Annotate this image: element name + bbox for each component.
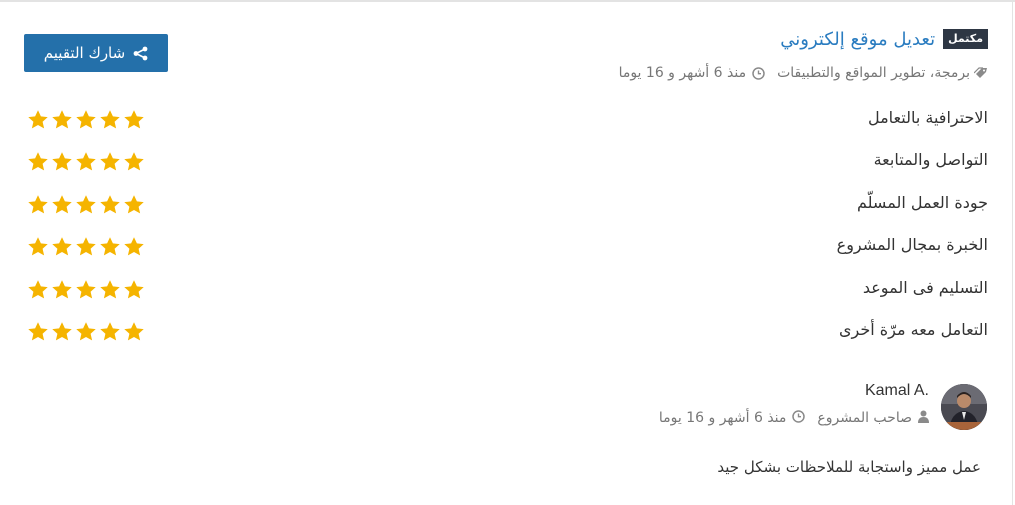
star-icon bbox=[123, 109, 145, 131]
star-rating bbox=[27, 321, 145, 343]
star-icon bbox=[51, 279, 73, 301]
review-comment: عمل مميز واستجابة للملاحظات بشكل جيد bbox=[717, 458, 981, 476]
rating-label: الاحترافية بالتعامل bbox=[867, 108, 988, 127]
reviewer-name[interactable]: Kamal A. bbox=[865, 382, 929, 400]
reviewer-role: صاحب المشروع bbox=[817, 410, 912, 426]
rating-label: التواصل والمتابعة bbox=[873, 150, 988, 169]
star-icon bbox=[27, 279, 49, 301]
share-button-label: شارك التقييم bbox=[43, 44, 126, 62]
rating-label: الخبرة بمجال المشروع bbox=[836, 235, 988, 254]
rating-label: جودة العمل المسلّم bbox=[856, 193, 988, 212]
star-icon bbox=[27, 151, 49, 173]
star-icon bbox=[27, 194, 49, 216]
rating-row: التعامل معه مرّة أخرى bbox=[27, 318, 988, 346]
clock-icon bbox=[792, 409, 806, 427]
project-time-ago: منذ 6 أشهر و 16 يوما bbox=[618, 65, 747, 81]
star-icon bbox=[123, 151, 145, 173]
avatar[interactable] bbox=[941, 384, 987, 430]
status-badge: مكتمل bbox=[943, 29, 988, 49]
clock-icon bbox=[752, 66, 765, 80]
star-icon bbox=[123, 194, 145, 216]
star-icon bbox=[99, 194, 121, 216]
star-icon bbox=[27, 236, 49, 258]
project-header: مكتمل تعديل موقع إلكتروني bbox=[780, 27, 988, 51]
right-border bbox=[1012, 0, 1013, 505]
rating-row: التسليم فى الموعد bbox=[27, 276, 988, 304]
project-title-link[interactable]: تعديل موقع إلكتروني bbox=[780, 29, 935, 50]
star-rating bbox=[27, 151, 145, 173]
star-icon bbox=[51, 151, 73, 173]
project-category: برمجة، تطوير المواقع والتطبيقات bbox=[777, 65, 970, 81]
star-icon bbox=[99, 321, 121, 343]
star-icon bbox=[99, 109, 121, 131]
reviewer-meta: صاحب المشروع منذ 6 أشهر و 16 يوما bbox=[659, 408, 929, 428]
star-icon bbox=[123, 279, 145, 301]
star-rating bbox=[27, 109, 145, 131]
star-icon bbox=[51, 236, 73, 258]
star-rating bbox=[27, 194, 145, 216]
share-rating-button[interactable]: شارك التقييم bbox=[24, 34, 168, 72]
star-icon bbox=[27, 109, 49, 131]
star-rating bbox=[27, 279, 145, 301]
star-icon bbox=[99, 279, 121, 301]
star-icon bbox=[51, 194, 73, 216]
star-icon bbox=[75, 194, 97, 216]
share-icon bbox=[133, 46, 148, 61]
rating-row: الاحترافية بالتعامل bbox=[27, 106, 988, 134]
star-icon bbox=[75, 236, 97, 258]
reviewer-time-ago: منذ 6 أشهر و 16 يوما bbox=[658, 410, 787, 426]
rating-row: التواصل والمتابعة bbox=[27, 148, 988, 176]
star-icon bbox=[75, 321, 97, 343]
star-icon bbox=[51, 321, 73, 343]
star-icon bbox=[99, 151, 121, 173]
rating-label: التسليم فى الموعد bbox=[862, 278, 988, 297]
star-icon bbox=[123, 236, 145, 258]
star-icon bbox=[75, 109, 97, 131]
star-icon bbox=[75, 151, 97, 173]
rating-label: التعامل معه مرّة أخرى bbox=[838, 320, 988, 339]
star-icon bbox=[75, 279, 97, 301]
star-rating bbox=[27, 236, 145, 258]
project-meta: برمجة، تطوير المواقع والتطبيقات منذ 6 أش… bbox=[619, 63, 988, 83]
star-icon bbox=[51, 109, 73, 131]
rating-row: الخبرة بمجال المشروع bbox=[27, 233, 988, 261]
rating-row: جودة العمل المسلّم bbox=[27, 191, 988, 219]
top-border bbox=[0, 0, 1015, 2]
user-icon bbox=[918, 410, 929, 427]
tags-icon bbox=[974, 67, 988, 79]
star-icon bbox=[123, 321, 145, 343]
star-icon bbox=[27, 321, 49, 343]
star-icon bbox=[99, 236, 121, 258]
